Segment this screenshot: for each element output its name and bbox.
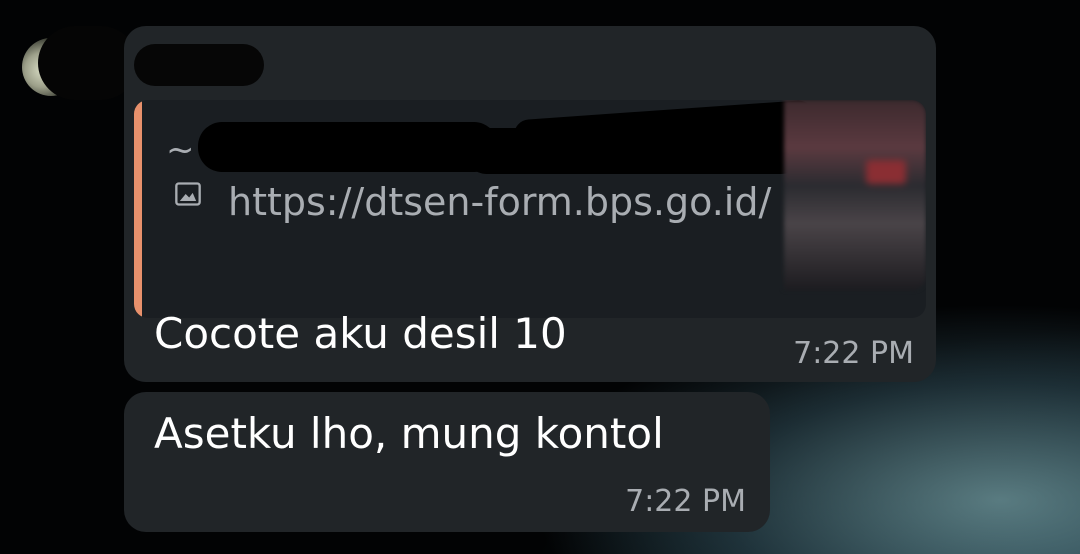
link-preview-title-redacted (198, 122, 498, 172)
message-text: Asetku lho, mung kontol (154, 409, 664, 458)
thumbnail-detail (866, 160, 906, 184)
message-bubble-1[interactable]: ~ https://dtsen-form.bps.go.id/ Cocote a… (124, 26, 936, 382)
link-preview-thumbnail[interactable] (784, 100, 926, 290)
message-timestamp: 7:22 PM (793, 336, 914, 371)
avatar-redacted[interactable] (38, 26, 138, 100)
link-preview-accent-bar (134, 100, 142, 318)
sender-name-redacted[interactable] (134, 44, 264, 86)
message-timestamp: 7:22 PM (625, 484, 746, 519)
link-preview[interactable]: ~ https://dtsen-form.bps.go.id/ (134, 100, 926, 318)
message-text: Cocote aku desil 10 (154, 309, 567, 358)
link-preview-url[interactable]: https://dtsen-form.bps.go.id/ (168, 174, 788, 230)
link-preview-title-prefix: ~ (166, 130, 195, 170)
message-bubble-2[interactable]: Asetku lho, mung kontol 7:22 PM (124, 392, 770, 532)
